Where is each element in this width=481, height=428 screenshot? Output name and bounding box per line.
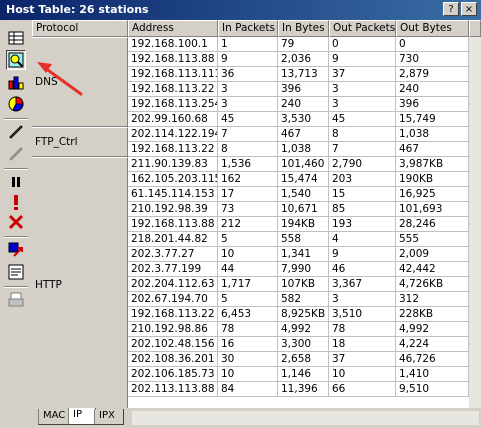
- horizontal-scrollbar[interactable]: [132, 411, 479, 425]
- tab-mac[interactable]: MAC: [38, 409, 70, 425]
- tab-ipx[interactable]: IPX: [94, 409, 124, 425]
- tab-ip[interactable]: IP: [68, 408, 96, 425]
- bottom-bar: MAC IP IPX: [32, 408, 481, 428]
- red-arrow-annotation: [37, 62, 83, 96]
